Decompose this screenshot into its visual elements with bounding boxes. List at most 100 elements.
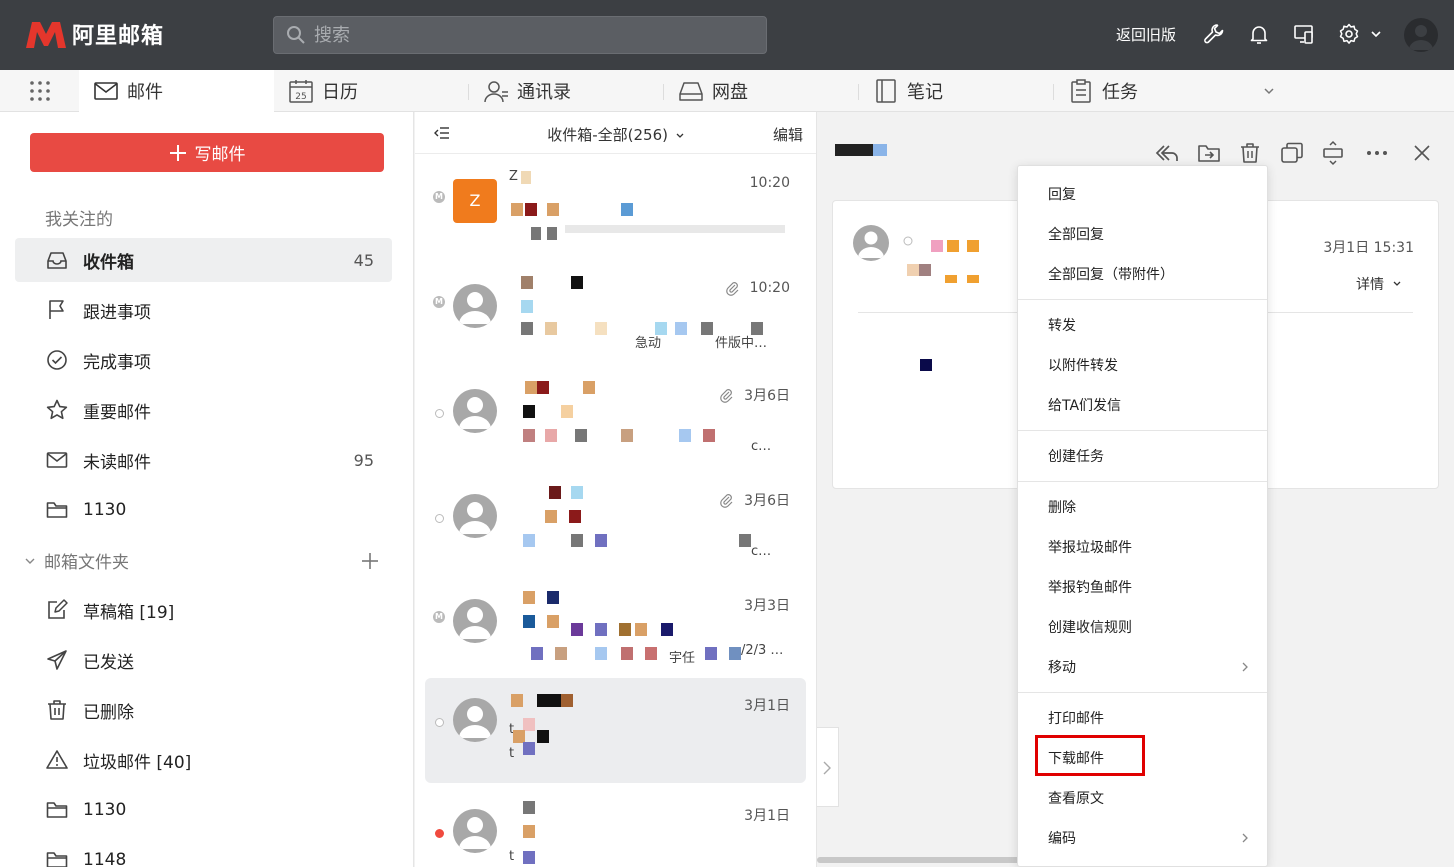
tab-tasks[interactable]: 任务 — [1068, 70, 1138, 112]
sidebar-item-deleted[interactable]: 已删除 — [15, 688, 392, 732]
top-header: 阿里邮箱 返回旧版 — [0, 0, 1454, 70]
avatar — [453, 599, 497, 643]
mail-preview-fragment: /2/3 … — [741, 643, 784, 658]
menu-item-report-phishing[interactable]: 举报钓鱼邮件 — [1018, 567, 1267, 607]
devices-icon[interactable] — [1292, 22, 1316, 46]
wrench-icon[interactable] — [1202, 22, 1226, 46]
read-indicator — [435, 409, 444, 418]
tab-divider — [858, 84, 859, 100]
old-version-link[interactable]: 返回旧版 — [1116, 24, 1176, 45]
gear-icon[interactable] — [1337, 22, 1361, 46]
new-window-icon[interactable] — [1279, 140, 1305, 166]
mail-time-text: 10:20 — [749, 280, 790, 296]
chevron-down-icon[interactable] — [1370, 28, 1382, 40]
menu-item-create-task[interactable]: 创建任务 — [1018, 436, 1267, 476]
details-label: 详情 — [1356, 277, 1384, 293]
more-icon[interactable] — [1364, 140, 1390, 166]
redacted-block — [531, 227, 541, 240]
logo[interactable]: 阿里邮箱 — [24, 18, 164, 50]
mail-item[interactable]: M 3月3日 宇任 /2/3 … — [425, 579, 806, 684]
sidebar-item-done[interactable]: 完成事项 — [15, 338, 392, 382]
redacted-block — [531, 647, 543, 660]
tab-contacts[interactable]: 通讯录 — [483, 70, 571, 112]
redacted-block — [575, 429, 587, 442]
mail-item[interactable]: 3月6日 c… — [425, 369, 806, 474]
user-icon — [459, 502, 491, 534]
mail-item[interactable]: 3月1日 t — [425, 789, 806, 867]
clipboard-icon — [1071, 79, 1091, 103]
horizontal-scrollbar[interactable] — [817, 857, 1027, 863]
trash-icon[interactable] — [1237, 140, 1263, 166]
compose-button[interactable]: 写邮件 — [30, 133, 384, 172]
sidebar-item-folder-1130[interactable]: 1130 — [15, 488, 392, 532]
sidebar-item-label: 已删除 — [83, 702, 134, 723]
tab-notes[interactable]: 笔记 — [873, 70, 943, 112]
tab-divider — [663, 84, 664, 100]
menu-item-view-source[interactable]: 查看原文 — [1018, 778, 1267, 818]
sidebar-item-inbox[interactable]: 收件箱 45 — [15, 238, 392, 282]
expand-list-button[interactable] — [817, 727, 839, 807]
mail-item-selected[interactable]: 3月1日 t t — [425, 678, 806, 783]
apps-grid-icon[interactable] — [28, 79, 52, 103]
sidebar-item-unread[interactable]: 未读邮件 95 — [15, 438, 392, 482]
notebook-icon — [876, 79, 896, 103]
sidebar-item-sent[interactable]: 已发送 — [15, 638, 392, 682]
redacted-block — [635, 623, 647, 636]
chevron-down-icon[interactable] — [1262, 84, 1276, 98]
menu-item-reply-all[interactable]: 全部回复 — [1018, 214, 1267, 254]
mailbox-selector[interactable]: 收件箱-全部(256) — [415, 124, 816, 145]
menu-item-move[interactable]: 移动 — [1018, 647, 1267, 687]
menu-item-mail-them[interactable]: 给TA们发信 — [1018, 385, 1267, 425]
menu-item-encoding[interactable]: 编码 — [1018, 818, 1267, 858]
menu-item-delete[interactable]: 删除 — [1018, 487, 1267, 527]
move-to-folder-icon[interactable] — [1196, 140, 1222, 166]
sidebar-item-folder-1130b[interactable]: 1130 — [15, 788, 392, 832]
user-icon — [459, 706, 491, 738]
sidebar-item-folder-1148[interactable]: 1148 — [15, 838, 392, 867]
close-icon[interactable] — [1409, 140, 1435, 166]
redacted-block — [523, 615, 535, 628]
mail-item[interactable]: M Z 10:20 Z — [425, 159, 806, 264]
mail-item[interactable]: 3月6日 c… — [425, 474, 806, 579]
sidebar-item-spam[interactable]: 垃圾邮件 [40] — [15, 738, 392, 782]
redacted-block — [523, 801, 535, 814]
redacted-block — [547, 227, 557, 240]
mail-item[interactable]: M 10:20 急动 件版中… — [425, 264, 806, 369]
user-avatar[interactable] — [1404, 18, 1438, 52]
redacted-body — [920, 359, 932, 371]
mail-preview-fragment: c… — [751, 439, 772, 454]
redacted-block — [521, 171, 531, 184]
tab-notes-label: 笔记 — [907, 82, 943, 103]
mail-time: 3月1日 — [744, 805, 790, 825]
bell-icon[interactable] — [1247, 22, 1271, 46]
folders-header[interactable]: 邮箱文件夹 — [24, 548, 384, 573]
redacted-block — [523, 591, 535, 604]
redacted-block — [523, 534, 535, 547]
menu-item-create-rule[interactable]: 创建收信规则 — [1018, 607, 1267, 647]
add-folder-icon[interactable] — [360, 551, 380, 571]
menu-item-reply[interactable]: 回复 — [1018, 174, 1267, 214]
tab-mail[interactable]: 邮件 — [79, 70, 274, 112]
sidebar-item-followup[interactable]: 跟进事项 — [15, 288, 392, 332]
expand-icon[interactable] — [1320, 140, 1346, 166]
tab-drive[interactable]: 网盘 — [678, 70, 748, 112]
mail-list-header: 收件箱-全部(256) 编辑 — [415, 112, 816, 154]
search-box[interactable] — [273, 16, 767, 54]
mail-list: 收件箱-全部(256) 编辑 M Z 10:20 Z M 10:20 急动 件版… — [415, 112, 817, 867]
menu-item-reply-all-attachments[interactable]: 全部回复（带附件） — [1018, 254, 1267, 294]
redacted-block — [525, 381, 537, 394]
sidebar-item-starred[interactable]: 重要邮件 — [15, 388, 392, 432]
edit-button[interactable]: 编辑 — [773, 124, 803, 145]
user-icon — [459, 397, 491, 429]
search-input[interactable] — [314, 24, 754, 46]
paperclip-icon — [720, 493, 733, 508]
redacted-block — [523, 825, 535, 838]
reply-all-icon[interactable] — [1154, 140, 1180, 166]
tab-calendar[interactable]: 25 日历 — [288, 70, 358, 112]
details-toggle[interactable]: 详情 — [1356, 274, 1402, 294]
menu-item-forward-as-attachment[interactable]: 以附件转发 — [1018, 345, 1267, 385]
menu-item-print[interactable]: 打印邮件 — [1018, 698, 1267, 738]
menu-item-forward[interactable]: 转发 — [1018, 305, 1267, 345]
sidebar-item-drafts[interactable]: 草稿箱 [19] — [15, 588, 392, 632]
menu-item-report-spam[interactable]: 举报垃圾邮件 — [1018, 527, 1267, 567]
